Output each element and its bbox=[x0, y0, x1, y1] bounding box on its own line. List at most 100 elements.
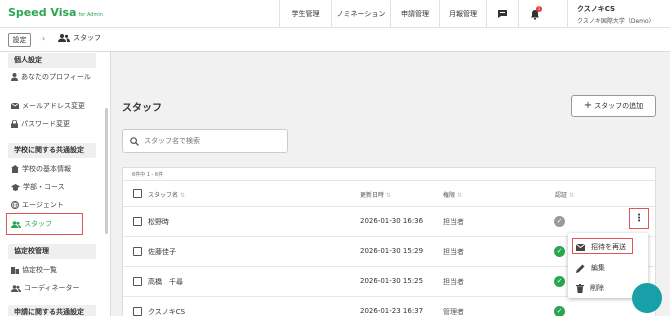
search-input[interactable] bbox=[144, 137, 284, 145]
sidebar-item-basic[interactable]: 学校の基本情報 bbox=[11, 164, 71, 174]
search-box bbox=[122, 129, 288, 153]
table-header: スタッフ名 ⇅ 更新日時 ⇅ 権限 ⇅ 認証 ⇅ bbox=[123, 180, 657, 207]
sidebar-item-label: あなたのプロフィール bbox=[21, 73, 91, 81]
sidebar-item-label: 学校の基本情報 bbox=[22, 165, 71, 173]
column-header-name[interactable]: スタッフ名 ⇅ bbox=[148, 190, 185, 199]
menu-item-resend[interactable]: 招待を再送 bbox=[576, 242, 626, 252]
sort-icon: ⇅ bbox=[569, 192, 575, 199]
breadcrumb-current: スタッフ bbox=[58, 33, 101, 43]
building-icon bbox=[11, 165, 19, 173]
top-bar: Speed Visa for Admin 学生管理 ノミネーション 申請管理 月報… bbox=[0, 0, 670, 28]
sidebar-item-profile[interactable]: あなたのプロフィール bbox=[11, 72, 91, 82]
highlight-box bbox=[6, 213, 83, 235]
chevron-right-icon: › bbox=[42, 34, 46, 43]
column-label: 更新日時 bbox=[360, 192, 385, 199]
person-icon bbox=[11, 73, 18, 81]
brand-sub: for Admin bbox=[78, 12, 103, 18]
page-title: スタッフ bbox=[122, 103, 162, 114]
sort-icon: ⇅ bbox=[180, 192, 186, 199]
column-label: スタッフ名 bbox=[148, 192, 179, 199]
sidebar-section-personal: 個人設定 bbox=[8, 53, 96, 68]
lock-icon bbox=[11, 120, 18, 128]
more-vertical-icon: ⋮ bbox=[634, 213, 644, 224]
search-icon bbox=[130, 136, 139, 146]
updated-at: 2026-01-23 16:37 bbox=[360, 307, 424, 315]
people-icon bbox=[58, 34, 70, 42]
staff-role: 担当者 bbox=[443, 248, 464, 256]
column-header-role[interactable]: 権限 ⇅ bbox=[443, 190, 462, 199]
brand-logo[interactable]: Speed Visa for Admin bbox=[8, 6, 103, 19]
people-icon bbox=[11, 284, 21, 292]
graduation-cap-icon bbox=[11, 183, 20, 191]
check-circle-icon: ✓ bbox=[554, 306, 565, 316]
sidebar-scrollbar[interactable] bbox=[105, 108, 108, 234]
staff-role: 担当者 bbox=[443, 218, 464, 226]
main-nav: 学生管理 ノミネーション 申請管理 月報管理 1 bbox=[279, 0, 550, 28]
add-staff-label: スタッフの追加 bbox=[594, 102, 644, 110]
user-name: クスノキCS bbox=[577, 5, 616, 13]
sidebar-item-email[interactable]: メールアドレス変更 bbox=[11, 101, 85, 111]
notification-button[interactable]: 1 bbox=[518, 0, 550, 28]
row-checkbox[interactable] bbox=[133, 217, 142, 226]
staff-name: 高橋 千尋 bbox=[148, 278, 183, 286]
sidebar-item-label: パスワード変更 bbox=[21, 120, 70, 128]
check-circle-icon: ✓ bbox=[554, 276, 565, 287]
sidebar-item-agent[interactable]: エージェント bbox=[11, 200, 64, 210]
notification-badge: 1 bbox=[536, 6, 542, 12]
staff-role: 担当者 bbox=[443, 278, 464, 286]
breadcrumb-current-label: スタッフ bbox=[73, 34, 101, 42]
building-icon bbox=[11, 267, 19, 274]
mail-icon bbox=[576, 243, 585, 251]
sidebar-item-faculty[interactable]: 学部・コース bbox=[11, 182, 65, 192]
add-staff-button[interactable]: + スタッフの追加 bbox=[571, 95, 656, 117]
row-checkbox[interactable] bbox=[133, 247, 142, 256]
user-menu[interactable]: クスノキCS クスノキ国際大学（Demo） bbox=[567, 0, 670, 28]
sidebar-item-coordinator[interactable]: コーディネーター bbox=[11, 283, 80, 293]
nav-nomination[interactable]: ノミネーション bbox=[331, 0, 390, 28]
check-circle-icon: ✓ bbox=[554, 216, 565, 227]
sidebar-section-apply: 申請に関する共通設定 bbox=[8, 305, 96, 316]
row-checkbox[interactable] bbox=[133, 307, 142, 316]
sort-icon: ⇅ bbox=[457, 192, 463, 199]
column-label: 認証 bbox=[555, 192, 568, 199]
staff-name: 松野時 bbox=[148, 218, 169, 226]
menu-item-edit[interactable]: 編集 bbox=[576, 263, 605, 273]
staff-name: 佐藤佳子 bbox=[148, 248, 176, 256]
brand-name: Speed Visa bbox=[8, 6, 77, 19]
table-row[interactable]: クスノキCS 2026-01-23 16:37 管理者 ✓ bbox=[123, 297, 657, 316]
updated-at: 2026-01-30 15:29 bbox=[360, 247, 424, 255]
mail-icon bbox=[11, 103, 19, 109]
sidebar-item-label: 協定校一覧 bbox=[22, 266, 57, 274]
nav-monthly[interactable]: 月報管理 bbox=[439, 0, 486, 28]
sidebar: 個人設定 あなたのプロフィール メールアドレス変更 パスワード変更 学校に関する… bbox=[0, 52, 111, 316]
menu-item-delete[interactable]: 削除 bbox=[576, 283, 604, 293]
sidebar-item-password[interactable]: パスワード変更 bbox=[11, 119, 70, 129]
updated-at: 2026-01-30 16:36 bbox=[360, 217, 424, 225]
select-all-checkbox[interactable] bbox=[133, 189, 142, 198]
sidebar-section-school: 学校に関する共通設定 bbox=[8, 143, 96, 158]
sidebar-item-label: 学部・コース bbox=[23, 183, 65, 191]
staff-name: クスノキCS bbox=[148, 308, 186, 316]
result-count: 6件中 1 - 6件 bbox=[132, 172, 164, 178]
nav-applications[interactable]: 申請管理 bbox=[390, 0, 439, 28]
row-checkbox[interactable] bbox=[133, 277, 142, 286]
chat-button[interactable] bbox=[486, 0, 518, 28]
updated-at: 2026-01-30 15:25 bbox=[360, 277, 424, 285]
column-label: 権限 bbox=[443, 192, 456, 199]
chat-support-button[interactable] bbox=[632, 283, 662, 313]
menu-item-label: 削除 bbox=[590, 284, 604, 292]
column-header-updated[interactable]: 更新日時 ⇅ bbox=[360, 190, 391, 199]
column-header-auth[interactable]: 認証 ⇅ bbox=[555, 190, 574, 199]
pencil-icon bbox=[576, 264, 585, 273]
sidebar-section-partner: 協定校管理 bbox=[8, 244, 96, 259]
nav-students[interactable]: 学生管理 bbox=[279, 0, 331, 28]
sidebar-item-label: メールアドレス変更 bbox=[22, 102, 85, 110]
menu-item-label: 編集 bbox=[591, 264, 605, 272]
chat-icon bbox=[498, 10, 507, 18]
globe-icon bbox=[11, 201, 19, 209]
sidebar-item-partner-list[interactable]: 協定校一覧 bbox=[11, 265, 57, 275]
user-org: クスノキ国際大学（Demo） bbox=[577, 18, 655, 25]
sidebar-item-label: エージェント bbox=[22, 201, 64, 209]
row-actions-button[interactable]: ⋮ bbox=[629, 208, 649, 229]
breadcrumb-settings[interactable]: 設定 bbox=[8, 33, 31, 47]
